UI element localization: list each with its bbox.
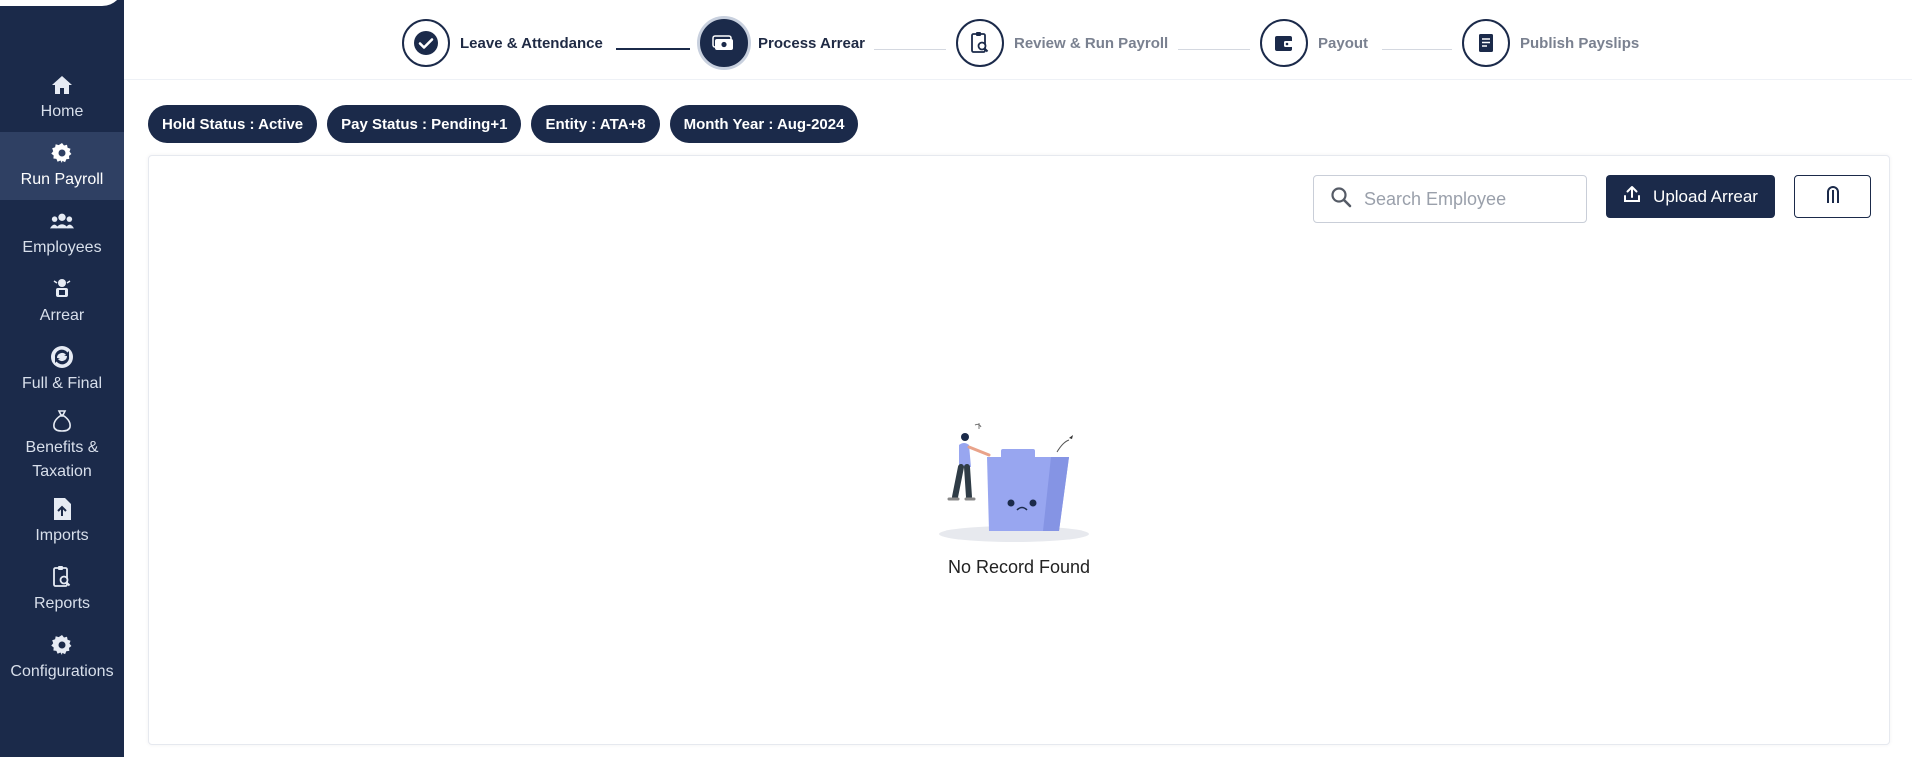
- step-label: Process Arrear: [758, 34, 866, 52]
- step-process-arrear[interactable]: Process Arrear: [700, 19, 865, 67]
- sidebar-item-benefits-taxation[interactable]: Benefits & Taxation: [0, 404, 124, 488]
- sidebar-item-reports[interactable]: Reports: [0, 556, 124, 624]
- home-icon: [50, 73, 74, 97]
- sidebar-item-label: Imports: [35, 526, 89, 544]
- step-label: Review & Run Payroll: [1014, 34, 1169, 52]
- sidebar-item-employees[interactable]: Employees: [0, 200, 124, 268]
- step-label: Leave & Attendance: [460, 34, 603, 52]
- sidebar-item-full-final[interactable]: Full & Final: [0, 336, 124, 404]
- step-label: Publish Payslips: [1520, 34, 1640, 52]
- filter-chip-hold-status[interactable]: Hold Status : Active: [148, 105, 318, 143]
- filter-chip-month-year[interactable]: Month Year : Aug-2024: [669, 105, 859, 143]
- step-leave-attendance[interactable]: Leave & Attendance: [402, 19, 603, 67]
- upload-icon: [1623, 185, 1641, 208]
- sidebar-item-label: Full & Final: [21, 374, 103, 392]
- money-icon: [700, 19, 748, 67]
- filter-icon: [1824, 184, 1842, 209]
- step-connector: [1178, 49, 1250, 50]
- step-review-run-payroll[interactable]: Review & Run Payroll: [956, 19, 1168, 67]
- report-icon: [50, 565, 74, 589]
- sidebar-item-label: Benefits & Taxation: [25, 438, 99, 480]
- app-root: Home Run Payroll Employees Arrear Full &…: [0, 0, 1912, 757]
- sidebar-item-label: Home: [40, 102, 84, 120]
- sidebar-item-label: Arrear: [39, 306, 85, 324]
- sidebar-item-configurations[interactable]: Configurations: [0, 624, 124, 692]
- refresh-icon: [50, 345, 74, 369]
- search-employee[interactable]: [1313, 175, 1587, 223]
- step-publish-payslips[interactable]: Publish Payslips: [1462, 19, 1639, 67]
- step-connector: [616, 48, 690, 50]
- search-icon: [1330, 186, 1352, 213]
- sidebar-item-label: Employees: [22, 238, 102, 256]
- upload-arrear-button[interactable]: Upload Arrear: [1606, 175, 1775, 218]
- step-payout[interactable]: Payout: [1260, 19, 1368, 67]
- upload-arrear-label: Upload Arrear: [1653, 186, 1758, 206]
- wallet-icon: [1260, 19, 1308, 67]
- step-label: Payout: [1318, 34, 1369, 52]
- search-input[interactable]: [1364, 188, 1564, 210]
- money-bag-icon: [50, 409, 74, 433]
- sidebar-item-label: Reports: [33, 594, 91, 612]
- sidebar-notch: [0, 0, 124, 6]
- file-upload-icon: [50, 497, 74, 521]
- filter-button[interactable]: [1794, 175, 1871, 218]
- gear-icon: [50, 141, 74, 165]
- empty-state-message: No Record Found: [947, 557, 1091, 577]
- sidebar-item-label: Run Payroll: [20, 170, 104, 188]
- filter-chips: Hold Status : Active Pay Status : Pendin…: [148, 105, 859, 143]
- empty-state: No Record Found: [149, 419, 1889, 578]
- sidebar-nav: Home Run Payroll Employees Arrear Full &…: [0, 64, 124, 692]
- filter-chip-entity[interactable]: Entity : ATA+8: [531, 105, 660, 143]
- payslip-icon: [1462, 19, 1510, 67]
- sidebar-item-home[interactable]: Home: [0, 64, 124, 132]
- step-connector: [1382, 49, 1452, 50]
- sidebar-item-arrear[interactable]: Arrear: [0, 268, 124, 336]
- users-icon: [50, 209, 74, 233]
- step-connector: [874, 49, 946, 50]
- empty-folder-illustration: [919, 419, 1109, 549]
- arrear-icon: [50, 277, 74, 301]
- sidebar: Home Run Payroll Employees Arrear Full &…: [0, 0, 124, 757]
- payroll-stepper: Leave & Attendance Process Arrear Review…: [124, 6, 1912, 80]
- sidebar-item-run-payroll[interactable]: Run Payroll: [0, 132, 124, 200]
- sidebar-item-label: Configurations: [10, 662, 114, 680]
- clipboard-search-icon: [956, 19, 1004, 67]
- arrear-panel: Upload Arrear: [148, 155, 1890, 745]
- check-icon: [402, 19, 450, 67]
- sidebar-item-imports[interactable]: Imports: [0, 488, 124, 556]
- filter-chip-pay-status[interactable]: Pay Status : Pending+1: [327, 105, 522, 143]
- settings-icon: [50, 633, 74, 657]
